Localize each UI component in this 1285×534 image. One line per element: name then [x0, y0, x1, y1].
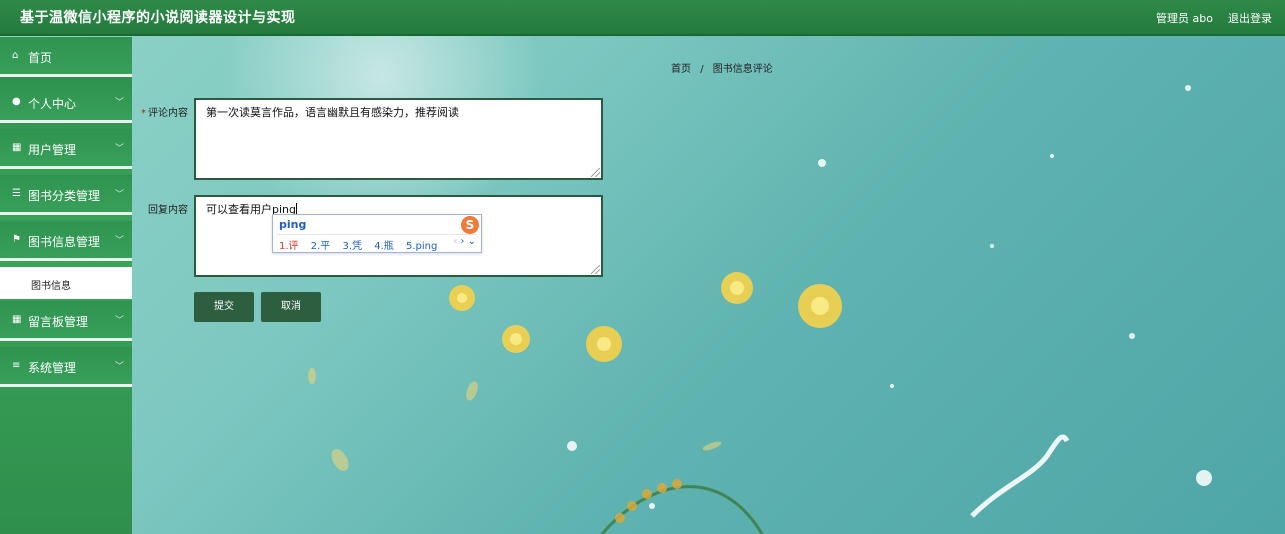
grid-icon: ▦: [12, 314, 22, 325]
user-icon: ●: [12, 96, 21, 107]
sidebar-subitem-label: 图书信息: [31, 281, 71, 292]
sidebar-item-label: 用户管理: [28, 143, 77, 157]
sidebar-item-book-categories[interactable]: ☰ 图书分类管理 ﹀: [0, 175, 132, 215]
sidebar-item-label: 个人中心: [28, 97, 77, 111]
ime-candidate-popup: ping S 1.评 2.平 3.凭 4.瓶 5.ping ‹ › ⌄: [272, 214, 482, 253]
ime-page-arrows: ‹ › ⌄: [453, 236, 476, 247]
ime-candidate[interactable]: 3.凭: [342, 241, 362, 252]
resize-handle-icon[interactable]: [591, 265, 600, 274]
sogou-ime-icon[interactable]: S: [461, 216, 479, 234]
chevron-right-icon[interactable]: ›: [460, 236, 464, 247]
breadcrumb-separator: /: [700, 64, 704, 75]
ime-candidate[interactable]: 1.评: [279, 241, 299, 252]
sidebar-item-label: 首页: [28, 51, 53, 65]
chevron-down-icon: ﹀: [114, 190, 124, 200]
sidebar-item-message-board[interactable]: ▦ 留言板管理 ﹀: [0, 301, 132, 341]
chevron-down-icon: ﹀: [114, 316, 124, 326]
sidebar: ⌂ 首页 ● 个人中心 ﹀ ▦ 用户管理 ﹀ ☰ 图书分类管理 ﹀ ⚑ 图书信息…: [0, 37, 132, 534]
required-marker: *: [141, 108, 146, 119]
logout-link[interactable]: 退出登录: [1228, 10, 1272, 26]
chevron-down-icon: ﹀: [114, 362, 124, 372]
sidebar-item-users[interactable]: ▦ 用户管理 ﹀: [0, 129, 132, 169]
chevron-down-icon: ﹀: [114, 236, 124, 246]
sidebar-item-label: 系统管理: [28, 361, 77, 375]
chevron-left-icon[interactable]: ‹: [453, 236, 457, 247]
sidebar-item-label: 留言板管理: [28, 315, 89, 329]
reply-label: 回复内容: [148, 205, 188, 216]
top-header: 基于温微信小程序的小说阅读器设计与实现 管理员 abo 退出登录: [0, 0, 1285, 36]
sidebar-item-book-info[interactable]: ⚑ 图书信息管理 ﹀: [0, 221, 132, 261]
chevron-down-icon: ﹀: [114, 144, 124, 154]
chevron-down-icon[interactable]: ⌄: [468, 236, 476, 247]
flag-icon: ⚑: [12, 234, 21, 245]
sidebar-subitem-book-info[interactable]: 图书信息: [0, 267, 132, 299]
chevron-down-icon: ﹀: [114, 98, 124, 108]
current-user: 管理员 abo: [1156, 12, 1213, 25]
sidebar-item-label: 图书信息管理: [28, 235, 101, 249]
submit-button[interactable]: 提交: [194, 292, 254, 322]
ime-pinyin: ping: [279, 218, 307, 231]
app-title: 基于温微信小程序的小说阅读器设计与实现: [20, 10, 296, 26]
list-icon: ☰: [12, 188, 21, 199]
ime-divider: [277, 234, 477, 235]
breadcrumb-home[interactable]: 首页: [671, 64, 691, 75]
breadcrumb-current: 图书信息评论: [712, 64, 773, 75]
resize-handle-icon[interactable]: [591, 168, 600, 177]
ime-candidate[interactable]: 5.ping: [406, 241, 437, 252]
home-icon: ⌂: [12, 50, 19, 61]
ime-candidate[interactable]: 4.瓶: [374, 241, 394, 252]
grid-icon: ▦: [12, 142, 22, 153]
sidebar-item-profile[interactable]: ● 个人中心 ﹀: [0, 83, 132, 123]
ime-candidate[interactable]: 2.平: [311, 241, 331, 252]
sidebar-item-system[interactable]: ≡ 系统管理 ﹀: [0, 347, 132, 387]
sidebar-item-label: 图书分类管理: [28, 189, 101, 203]
comment-label: * 评论内容: [141, 108, 188, 119]
comment-text: 第一次读莫言作品，语言幽默且有感染力，推荐阅读: [206, 106, 459, 119]
sidebar-item-home[interactable]: ⌂ 首页: [0, 37, 132, 77]
breadcrumb: 首页 / 图书信息评论: [671, 60, 773, 75]
ime-candidates: 1.评 2.平 3.凭 4.瓶 5.ping: [279, 237, 446, 252]
sliders-icon: ≡: [12, 360, 21, 371]
comment-textarea[interactable]: 第一次读莫言作品，语言幽默且有感染力，推荐阅读: [194, 98, 603, 180]
cancel-button[interactable]: 取消: [261, 292, 321, 322]
